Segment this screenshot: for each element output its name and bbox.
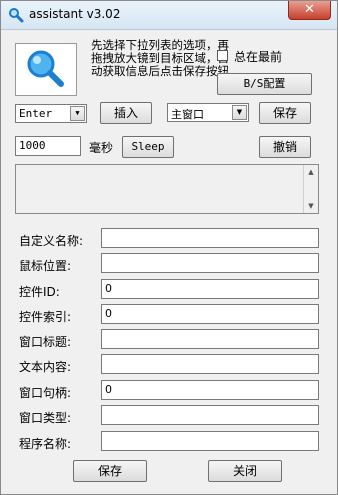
- field-label: 窗口标题:: [19, 335, 72, 349]
- title-bar[interactable]: assistant v3.02 ✕: [1, 1, 337, 30]
- magnifier-icon: [27, 50, 64, 87]
- bs-config-button[interactable]: B/S配置: [217, 73, 312, 95]
- key-select-value: Enter: [19, 107, 53, 120]
- topmost-label: 总在最前: [234, 50, 283, 64]
- control-id-input[interactable]: 0: [101, 279, 319, 299]
- custom-name-input[interactable]: [101, 228, 319, 248]
- chevron-down-icon[interactable]: ▼: [70, 106, 85, 121]
- magnifier-drag-target[interactable]: [15, 43, 77, 96]
- window-title: assistant v3.02: [29, 7, 121, 21]
- script-output-area[interactable]: ▲ ▼: [15, 164, 319, 214]
- field-label: 自定义名称:: [19, 234, 84, 248]
- window-select[interactable]: 主窗口 ▼: [167, 103, 249, 122]
- window-handle-input[interactable]: 0: [101, 380, 319, 400]
- topmost-checkbox[interactable]: [217, 50, 228, 61]
- text-content-input[interactable]: [101, 354, 319, 374]
- scroll-up-arrow-icon[interactable]: ▲: [304, 165, 318, 179]
- window-close-button[interactable]: ✕: [288, 1, 331, 20]
- field-label: 控件索引:: [19, 310, 72, 324]
- insert-button[interactable]: 插入: [100, 102, 152, 124]
- instruction-text: 先选择下拉列表的选项，再拖拽放大镜到目标区域，自动获取信息后点击保存按钮: [91, 38, 229, 78]
- sleep-button[interactable]: Sleep: [122, 136, 174, 158]
- assistant-window: assistant v3.02 ✕ 先选择下拉列表的选项，再拖拽放大镜到目标区域…: [0, 0, 338, 495]
- save-top-button[interactable]: 保存: [259, 102, 311, 124]
- mouse-position-input[interactable]: [101, 253, 319, 273]
- key-select[interactable]: Enter ▼: [15, 104, 87, 123]
- delay-input[interactable]: 1000: [15, 136, 81, 156]
- window-title-input[interactable]: [101, 329, 319, 349]
- scroll-down-arrow-icon[interactable]: ▼: [304, 199, 318, 213]
- program-name-input[interactable]: [101, 431, 319, 451]
- control-index-input[interactable]: 0: [101, 304, 319, 324]
- save-button[interactable]: 保存: [73, 460, 147, 482]
- window-class-input[interactable]: [101, 405, 319, 425]
- field-label: 控件ID:: [19, 285, 60, 299]
- field-label: 窗口类型:: [19, 411, 72, 425]
- chevron-down-icon[interactable]: ▼: [232, 105, 247, 120]
- field-label: 鼠标位置:: [19, 259, 72, 273]
- field-label: 程序名称:: [19, 437, 72, 451]
- field-label: 窗口句柄:: [19, 386, 72, 400]
- close-button[interactable]: 关闭: [208, 460, 282, 482]
- window-select-value: 主窗口: [171, 108, 204, 121]
- field-label: 文本内容:: [19, 360, 72, 374]
- delay-unit-label: 毫秒: [89, 141, 114, 155]
- undo-button[interactable]: 撤销: [259, 136, 311, 158]
- vertical-scrollbar[interactable]: ▲ ▼: [303, 165, 318, 213]
- magnifier-app-icon: [9, 8, 24, 23]
